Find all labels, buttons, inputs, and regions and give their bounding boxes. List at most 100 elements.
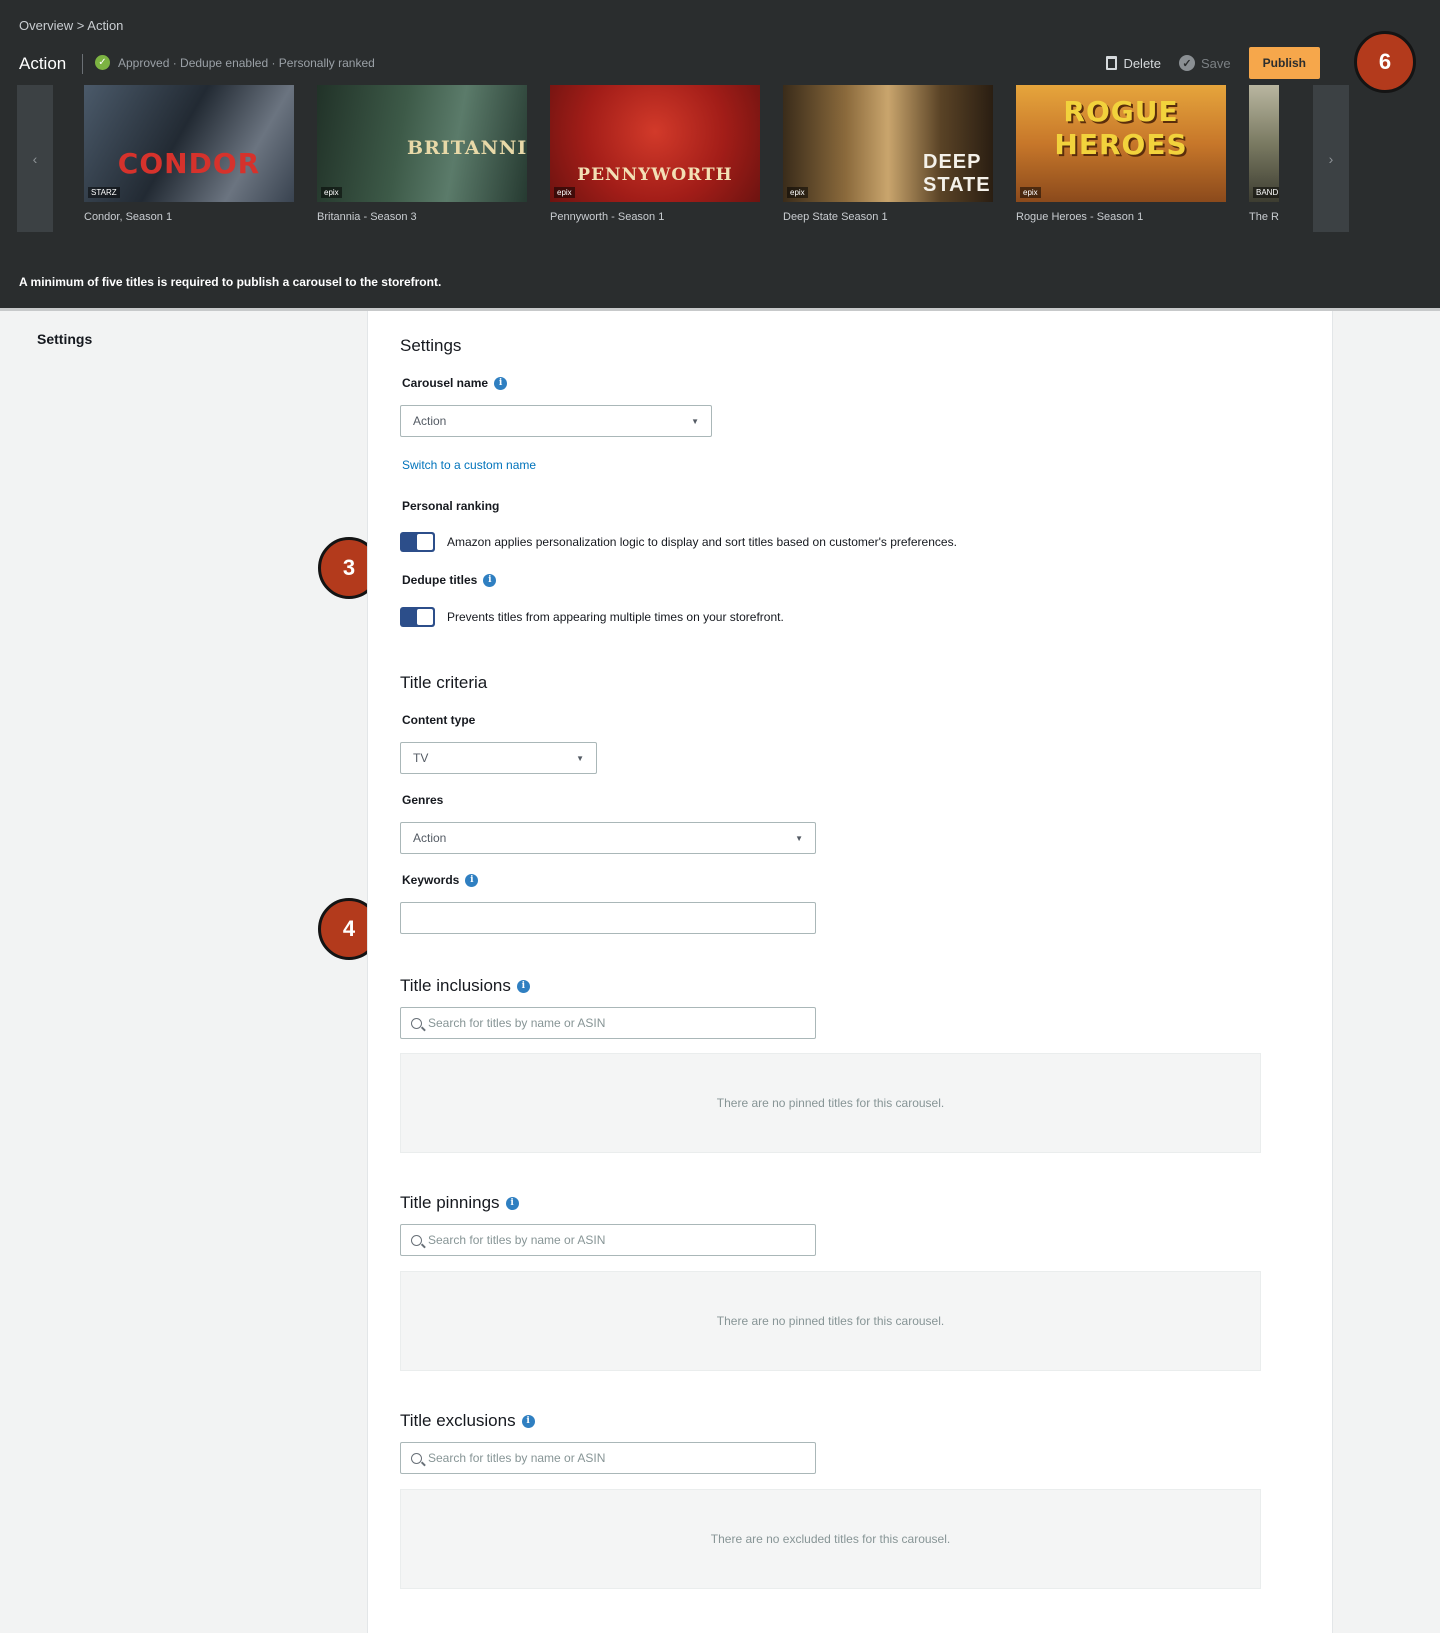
sidebar-settings-label: Settings (37, 331, 93, 347)
carousel-tile[interactable]: BAND The R (1249, 85, 1279, 223)
publish-button[interactable]: Publish (1248, 47, 1320, 79)
save-button[interactable]: ✓ Save (1179, 55, 1231, 71)
content-type-select[interactable]: TV ▼ (400, 742, 597, 774)
carousel-tile[interactable]: BRITANNIA epix Britannia - Season 3 (317, 85, 527, 223)
carousel-tiles: CONDOR STARZ Condor, Season 1 BRITANNIA … (84, 85, 1279, 232)
page-title: Action (19, 54, 67, 73)
status-summary: ✓ Approved · Dedupe enabled · Personally… (95, 55, 375, 70)
carousel-tile[interactable]: PENNYWORTH epix Pennyworth - Season 1 (550, 85, 760, 223)
settings-heading-text: Settings (400, 336, 462, 355)
poster-title: PENNYWORTH (577, 165, 733, 185)
poster-image: BAND (1249, 85, 1279, 202)
carousel-tile[interactable]: ROGUE HEROES epix Rogue Heroes - Season … (1016, 85, 1226, 223)
info-icon[interactable]: i (521, 1414, 535, 1428)
poster-title: DEEP STATE (923, 151, 991, 196)
carousel-tile[interactable]: DEEP STATE epix Deep State Season 1 (783, 85, 993, 223)
info-icon[interactable]: i (516, 979, 530, 993)
poster-badge: BAND (1253, 187, 1279, 198)
keywords-input[interactable] (400, 902, 816, 934)
info-icon[interactable]: i (465, 873, 479, 887)
dedupe-label: Dedupe titles i (402, 573, 497, 587)
header-actions: Delete ✓ Save Publish (1106, 47, 1320, 79)
title-divider (82, 54, 83, 74)
carousel-tile[interactable]: CONDOR STARZ Condor, Season 1 (84, 85, 294, 223)
carousel-name-value: Action (413, 414, 447, 428)
genres-select[interactable]: Action ▼ (400, 822, 816, 854)
title-inclusions-heading: Title inclusions i (400, 976, 530, 996)
content-type-value: TV (413, 751, 429, 765)
personal-ranking-label: Personal ranking (402, 499, 499, 513)
poster-badge: STARZ (88, 187, 120, 198)
title-pinnings-heading: Title pinnings i (400, 1193, 519, 1213)
chevron-left-icon: ‹ (32, 150, 38, 167)
poster-badge: epix (787, 187, 808, 198)
title-inclusions-search-input[interactable]: Search for titles by name or ASIN (400, 1007, 816, 1039)
settings-panel: Settings Carousel name i Action ▼ Switch… (367, 311, 1333, 1633)
personal-ranking-description: Amazon applies personalization logic to … (447, 535, 957, 549)
search-icon (411, 1452, 422, 1464)
search-placeholder: Search for titles by name or ASIN (428, 1233, 606, 1247)
save-label: Save (1201, 55, 1231, 71)
carousel-name-select[interactable]: Action ▼ (400, 405, 712, 437)
personal-ranking-toggle[interactable] (400, 532, 435, 552)
content-type-label: Content type (402, 713, 475, 727)
title-exclusions-search-input[interactable]: Search for titles by name or ASIN (400, 1442, 816, 1474)
poster-title: BRITANNIA (407, 137, 527, 159)
dedupe-description: Prevents titles from appearing multiple … (447, 610, 784, 624)
title-exclusions-heading: Title exclusions i (400, 1411, 535, 1431)
chevron-down-icon: ▼ (795, 833, 803, 843)
info-icon[interactable]: i (505, 1196, 519, 1210)
tile-label: Deep State Season 1 (783, 211, 888, 223)
title-exclusions-empty-state: There are no excluded titles for this ca… (400, 1489, 1261, 1589)
info-icon[interactable]: i (483, 573, 497, 587)
poster-image: CONDOR STARZ (84, 85, 294, 202)
poster-badge: epix (1020, 187, 1041, 198)
poster-image: BRITANNIA epix (317, 85, 527, 202)
chevron-down-icon: ▼ (691, 416, 699, 426)
search-placeholder: Search for titles by name or ASIN (428, 1016, 606, 1030)
check-icon: ✓ (1179, 55, 1196, 71)
personal-ranking-label-text: Personal ranking (402, 499, 500, 513)
custom-name-link[interactable]: Switch to a custom name (402, 458, 536, 472)
carousel-prev-button[interactable]: ‹ (17, 85, 53, 232)
search-icon (411, 1017, 422, 1029)
poster-title: ROGUE HEROES (1054, 95, 1188, 161)
carousel-next-button[interactable]: › (1313, 85, 1349, 232)
poster-badge: epix (321, 187, 342, 198)
title-pinnings-search-input[interactable]: Search for titles by name or ASIN (400, 1224, 816, 1256)
title-inclusions-empty-state: There are no pinned titles for this caro… (400, 1053, 1261, 1153)
dedupe-label-text: Dedupe titles (402, 573, 478, 587)
content-type-label-text: Content type (402, 713, 476, 727)
keywords-label-text: Keywords (402, 873, 460, 887)
delete-button[interactable]: Delete (1106, 56, 1161, 71)
genres-label: Genres (402, 793, 443, 807)
breadcrumb[interactable]: Overview > Action (19, 18, 123, 33)
title-carousel: ‹ CONDOR STARZ Condor, Season 1 BRITANNI… (17, 85, 1351, 232)
trash-icon (1106, 56, 1118, 70)
search-icon (411, 1234, 422, 1246)
settings-heading: Settings (400, 336, 461, 356)
delete-label: Delete (1123, 55, 1162, 71)
genres-value: Action (413, 831, 447, 845)
poster-image: PENNYWORTH epix (550, 85, 760, 202)
tile-label: Rogue Heroes - Season 1 (1016, 211, 1144, 223)
status-text: Approved · Dedupe enabled · Personally r… (118, 55, 375, 70)
title-inclusions-heading-text: Title inclusions (400, 976, 511, 995)
carousel-name-label-text: Carousel name (402, 376, 489, 390)
publish-requirement-notice: A minimum of five titles is required to … (19, 275, 442, 289)
title-pinnings-heading-text: Title pinnings (400, 1193, 500, 1212)
poster-badge: epix (554, 187, 575, 198)
tile-label: Condor, Season 1 (84, 211, 173, 223)
check-circle-icon: ✓ (95, 55, 110, 70)
info-icon[interactable]: i (494, 376, 508, 390)
poster-title: CONDOR (117, 147, 261, 180)
tile-label: The R (1249, 211, 1279, 223)
chevron-right-icon: › (1328, 150, 1334, 167)
genres-label-text: Genres (402, 793, 444, 807)
chevron-down-icon: ▼ (576, 753, 584, 763)
dedupe-toggle[interactable] (400, 607, 435, 627)
title-criteria-heading: Title criteria (400, 673, 487, 693)
title-exclusions-heading-text: Title exclusions (400, 1411, 516, 1430)
title-pinnings-empty-state: There are no pinned titles for this caro… (400, 1271, 1261, 1371)
tile-label: Pennyworth - Season 1 (550, 211, 665, 223)
